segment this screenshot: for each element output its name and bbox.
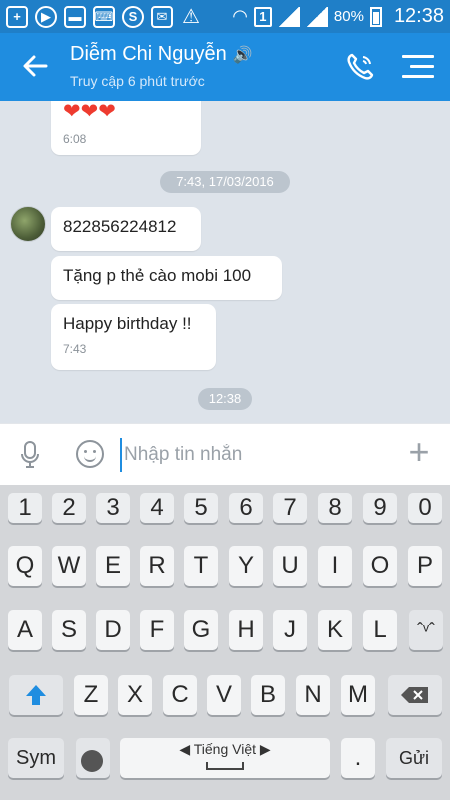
contact-name[interactable]: Diễm Chi Nguyễn 🔊	[70, 43, 253, 66]
media-play-icon: ▶	[35, 5, 57, 28]
symbols-key[interactable]: Sym	[8, 738, 64, 778]
key-o[interactable]: O	[363, 546, 397, 586]
space-icon	[206, 762, 244, 770]
key-4[interactable]: 4	[140, 493, 174, 523]
time-separator: 12:38	[198, 388, 252, 410]
add-notification-icon: +	[6, 5, 28, 28]
skype-icon: S	[122, 5, 144, 28]
call-icon[interactable]	[344, 51, 376, 83]
backspace-key[interactable]	[388, 675, 442, 715]
back-arrow-icon[interactable]	[20, 51, 50, 81]
message-text: Happy birthday !!	[63, 314, 192, 333]
key-k[interactable]: K	[318, 610, 352, 650]
key-i[interactable]: I	[318, 546, 352, 586]
key-t[interactable]: T	[184, 546, 218, 586]
key-l[interactable]: L	[363, 610, 397, 650]
sim-icon: 1	[253, 6, 272, 27]
wifi-icon: ◠	[232, 6, 248, 26]
tone-key[interactable]: ˆᵛˆ	[409, 610, 443, 650]
key-9[interactable]: 9	[363, 493, 397, 523]
avatar[interactable]	[10, 206, 46, 242]
language-label: ◀ Tiếng Việt ▶	[179, 741, 271, 757]
key-q[interactable]: Q	[8, 546, 42, 586]
key-8[interactable]: 8	[318, 493, 352, 523]
key-v[interactable]: V	[207, 675, 241, 715]
battery-percent: 80%	[333, 8, 364, 25]
message-input[interactable]	[120, 438, 380, 472]
key-u[interactable]: U	[273, 546, 307, 586]
key-z[interactable]: Z	[74, 675, 108, 715]
message-text: 822856224812	[63, 217, 177, 236]
key-n[interactable]: N	[296, 675, 330, 715]
keyboard-icon: ⌨	[93, 5, 115, 28]
last-seen-status: Truy cập 6 phút trước	[70, 73, 205, 89]
warning-icon: ⚠	[182, 6, 200, 28]
key-f[interactable]: F	[140, 610, 174, 650]
key-s[interactable]: S	[52, 610, 86, 650]
key-j[interactable]: J	[273, 610, 307, 650]
key-3[interactable]: 3	[96, 493, 130, 523]
keyboard: 1 2 3 4 5 6 7 8 9 0 Q W E R T Y U I O P …	[0, 485, 450, 800]
message-bubble[interactable]: Tặng p thẻ cào mobi 100	[51, 256, 282, 300]
key-h[interactable]: H	[229, 610, 263, 650]
key-b[interactable]: B	[251, 675, 285, 715]
shift-key[interactable]	[9, 675, 63, 715]
key-7[interactable]: 7	[273, 493, 307, 523]
send-key[interactable]: Gửi	[386, 738, 442, 778]
key-r[interactable]: R	[140, 546, 174, 586]
contact-name-text: Diễm Chi Nguyễn	[70, 43, 227, 65]
message-bubble[interactable]: Happy birthday !! 7:43	[51, 304, 216, 370]
key-1[interactable]: 1	[8, 493, 42, 523]
date-separator: 7:43, 17/03/2016	[160, 171, 290, 193]
chat-notification-icon: ▬	[64, 5, 86, 28]
key-e[interactable]: E	[96, 546, 130, 586]
key-x[interactable]: X	[118, 675, 152, 715]
signal-icon	[277, 6, 300, 27]
message-time: 6:08	[63, 132, 87, 146]
clock: 12:38	[393, 5, 444, 27]
key-p[interactable]: P	[408, 546, 442, 586]
key-c[interactable]: C	[163, 675, 197, 715]
signal-icon-2	[305, 6, 328, 27]
message-text: Tặng p thẻ cào mobi 100	[63, 266, 252, 285]
email-icon: ✉	[151, 5, 173, 28]
status-bar: + ▶ ▬ ⌨ S ✉ ⚠ ◠ 1 80% 12:38	[0, 0, 450, 33]
space-key[interactable]: ◀ Tiếng Việt ▶	[120, 738, 330, 778]
key-2[interactable]: 2	[52, 493, 86, 523]
key-5[interactable]: 5	[184, 493, 218, 523]
message-bubble[interactable]: 822856224812	[51, 207, 201, 251]
period-key[interactable]: .	[341, 738, 375, 778]
message-bubble[interactable]: ❤❤❤ 6:08	[51, 101, 201, 155]
key-6[interactable]: 6	[229, 493, 263, 523]
microphone-icon[interactable]	[20, 440, 40, 470]
key-g[interactable]: G	[184, 610, 218, 650]
plus-icon[interactable]: +	[404, 434, 434, 470]
message-text: ❤❤❤	[63, 101, 116, 123]
emoji-key[interactable]	[76, 738, 110, 778]
key-d[interactable]: D	[96, 610, 130, 650]
key-0[interactable]: 0	[408, 493, 442, 523]
key-a[interactable]: A	[8, 610, 42, 650]
key-y[interactable]: Y	[229, 546, 263, 586]
key-w[interactable]: W	[52, 546, 86, 586]
chat-header: Diễm Chi Nguyễn 🔊 Truy cập 6 phút trước	[0, 33, 450, 101]
menu-icon[interactable]	[402, 55, 434, 79]
emoji-face-icon	[81, 750, 103, 772]
battery-icon	[369, 6, 382, 27]
emoji-icon[interactable]	[76, 440, 104, 468]
chat-area[interactable]: ❤❤❤ 6:08 7:43, 17/03/2016 822856224812 T…	[0, 101, 450, 423]
message-time: 7:43	[63, 342, 87, 356]
speaker-icon: 🔊	[232, 47, 253, 64]
composer-bar: +	[0, 423, 450, 485]
key-m[interactable]: M	[341, 675, 375, 715]
